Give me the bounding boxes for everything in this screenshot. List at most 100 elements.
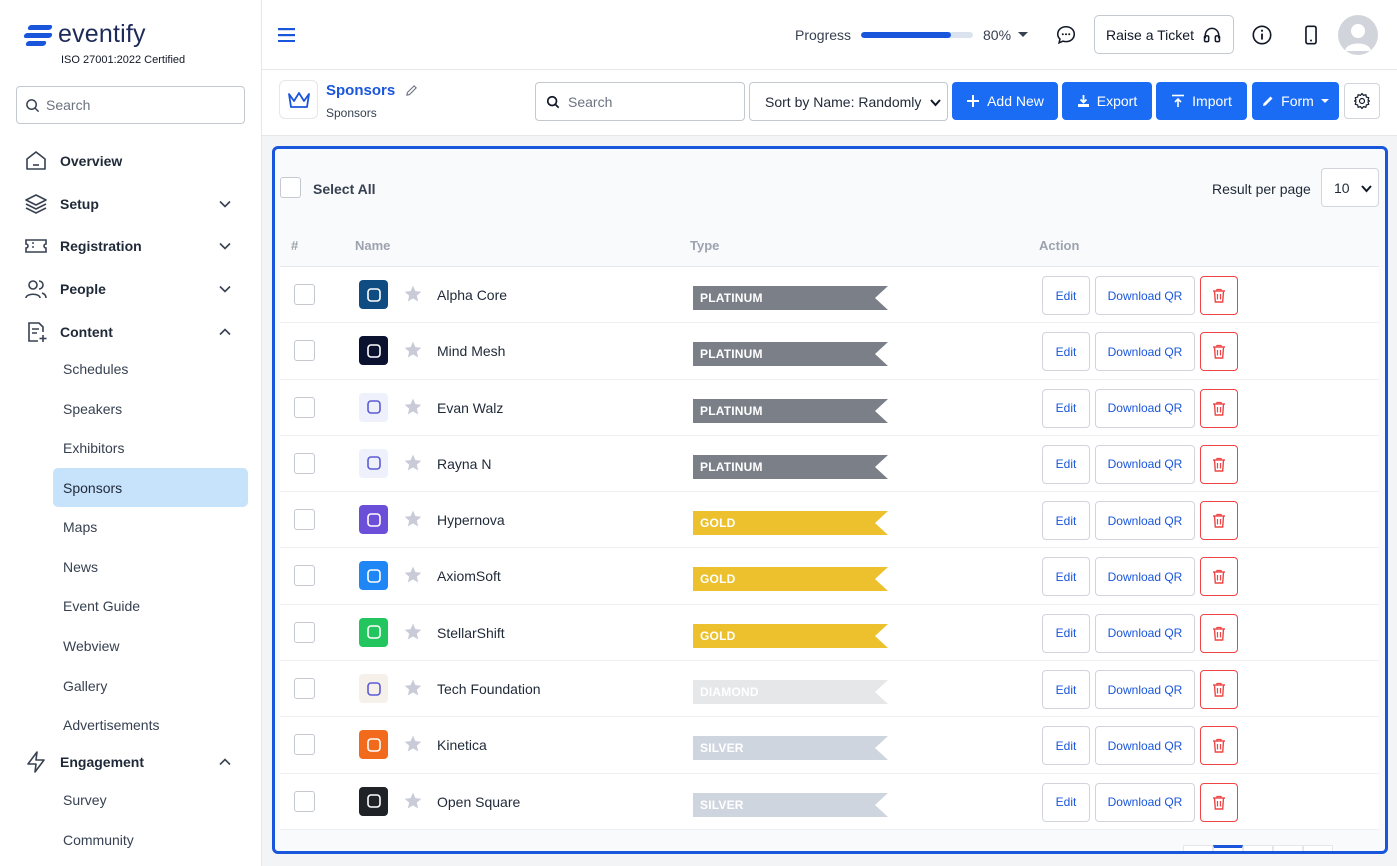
- row-checkbox[interactable]: [294, 340, 315, 362]
- sidebar-item-community[interactable]: Community: [53, 820, 248, 859]
- row-checkbox[interactable]: [294, 734, 315, 756]
- sort-select[interactable]: Sort by Name: Randomly: [749, 82, 948, 121]
- sidebar-item-gallery[interactable]: Gallery: [53, 666, 248, 705]
- star-icon[interactable]: [403, 791, 423, 811]
- sponsor-name[interactable]: Tech Foundation: [437, 681, 541, 697]
- sidebar-item-schedules[interactable]: Schedules: [53, 349, 248, 388]
- sponsor-name[interactable]: Evan Walz: [437, 400, 503, 416]
- progress-dropdown-caret-icon[interactable]: [1018, 32, 1028, 37]
- download-qr-button[interactable]: Download QR: [1095, 388, 1195, 428]
- sponsor-name[interactable]: Rayna N: [437, 456, 491, 472]
- delete-button[interactable]: [1200, 388, 1238, 428]
- select-all-checkbox[interactable]: [280, 177, 301, 198]
- sidebar-item-sponsors[interactable]: Sponsors: [53, 468, 248, 507]
- download-qr-button[interactable]: Download QR: [1095, 726, 1195, 766]
- delete-button[interactable]: [1200, 332, 1238, 372]
- add-new-button[interactable]: Add New: [952, 82, 1058, 120]
- row-checkbox[interactable]: [294, 452, 315, 474]
- sidebar-item-people[interactable]: People: [24, 271, 246, 307]
- mobile-phone-icon[interactable]: [1299, 23, 1323, 47]
- sidebar-item-overview[interactable]: Overview: [24, 143, 246, 179]
- edit-button[interactable]: Edit: [1042, 782, 1090, 822]
- delete-button[interactable]: [1200, 782, 1238, 822]
- delete-button[interactable]: [1200, 726, 1238, 766]
- edit-button[interactable]: Edit: [1042, 670, 1090, 710]
- download-qr-button[interactable]: Download QR: [1095, 670, 1195, 710]
- sidebar-search-input[interactable]: Search: [16, 86, 245, 124]
- sidebar-item-engagement[interactable]: Engagement: [24, 744, 246, 780]
- star-icon[interactable]: [403, 509, 423, 529]
- sidebar-item-speakers[interactable]: Speakers: [53, 389, 248, 428]
- download-qr-button[interactable]: Download QR: [1095, 613, 1195, 653]
- download-qr-button[interactable]: Download QR: [1095, 557, 1195, 597]
- edit-button[interactable]: Edit: [1042, 501, 1090, 541]
- pagination-button[interactable]: [1273, 845, 1303, 851]
- star-icon[interactable]: [403, 678, 423, 698]
- user-avatar[interactable]: [1338, 15, 1378, 55]
- delete-button[interactable]: [1200, 557, 1238, 597]
- sponsor-search-input[interactable]: Search: [535, 82, 745, 121]
- download-qr-button[interactable]: Download QR: [1095, 276, 1195, 315]
- sidebar-item-news[interactable]: News: [53, 547, 248, 586]
- form-dropdown-button[interactable]: Form: [1252, 82, 1339, 120]
- pagination-button[interactable]: [1303, 845, 1333, 851]
- sponsor-name[interactable]: Open Square: [437, 794, 520, 810]
- hamburger-menu-icon[interactable]: [278, 28, 295, 42]
- sponsor-name[interactable]: Hypernova: [437, 512, 505, 528]
- star-icon[interactable]: [403, 734, 423, 754]
- edit-pencil-icon[interactable]: [405, 84, 418, 97]
- sidebar-item-setup[interactable]: Setup: [24, 186, 246, 222]
- star-icon[interactable]: [403, 622, 423, 642]
- sponsor-name[interactable]: Kinetica: [437, 737, 487, 753]
- pagination-button-active[interactable]: [1213, 845, 1243, 851]
- sidebar-item-exhibitors[interactable]: Exhibitors: [53, 428, 248, 467]
- sidebar-item-webview[interactable]: Webview: [53, 626, 248, 665]
- delete-button[interactable]: [1200, 276, 1238, 315]
- delete-button[interactable]: [1200, 501, 1238, 541]
- sidebar-item-maps[interactable]: Maps: [53, 507, 248, 546]
- download-qr-button[interactable]: Download QR: [1095, 782, 1195, 822]
- pagination-button[interactable]: [1183, 845, 1213, 851]
- pagination-button[interactable]: [1243, 845, 1273, 851]
- row-checkbox[interactable]: [294, 284, 315, 305]
- edit-button[interactable]: Edit: [1042, 613, 1090, 653]
- delete-button[interactable]: [1200, 444, 1238, 484]
- edit-button[interactable]: Edit: [1042, 557, 1090, 597]
- delete-button[interactable]: [1200, 613, 1238, 653]
- star-icon[interactable]: [403, 284, 423, 304]
- row-checkbox[interactable]: [294, 565, 315, 587]
- download-qr-button[interactable]: Download QR: [1095, 332, 1195, 372]
- sidebar-item-registration[interactable]: Registration: [24, 228, 246, 264]
- import-button[interactable]: Import: [1156, 82, 1247, 120]
- export-button[interactable]: Export: [1062, 82, 1152, 120]
- sponsor-name[interactable]: Alpha Core: [437, 287, 507, 303]
- edit-button[interactable]: Edit: [1042, 388, 1090, 428]
- star-icon[interactable]: [403, 565, 423, 585]
- star-icon[interactable]: [403, 453, 423, 473]
- sponsor-name[interactable]: AxiomSoft: [437, 568, 501, 584]
- edit-button[interactable]: Edit: [1042, 444, 1090, 484]
- star-icon[interactable]: [403, 397, 423, 417]
- edit-button[interactable]: Edit: [1042, 726, 1090, 766]
- sponsor-name[interactable]: StellarShift: [437, 625, 505, 641]
- download-qr-button[interactable]: Download QR: [1095, 444, 1195, 484]
- info-icon[interactable]: [1250, 23, 1274, 47]
- row-checkbox[interactable]: [294, 678, 315, 700]
- sidebar-item-event-guide[interactable]: Event Guide: [53, 586, 248, 625]
- raise-ticket-button[interactable]: Raise a Ticket: [1094, 15, 1234, 54]
- download-qr-button[interactable]: Download QR: [1095, 501, 1195, 541]
- sidebar-item-advertisements[interactable]: Advertisements: [53, 705, 248, 744]
- delete-button[interactable]: [1200, 670, 1238, 710]
- edit-button[interactable]: Edit: [1042, 276, 1090, 315]
- edit-button[interactable]: Edit: [1042, 332, 1090, 372]
- chat-icon[interactable]: [1054, 23, 1078, 47]
- settings-button[interactable]: [1344, 83, 1380, 119]
- star-icon[interactable]: [403, 340, 423, 360]
- brand-logo[interactable]: eventify: [23, 20, 146, 49]
- sponsor-name[interactable]: Mind Mesh: [437, 343, 505, 359]
- sidebar-item-content[interactable]: Content: [24, 314, 246, 350]
- sidebar-item-survey[interactable]: Survey: [53, 780, 248, 819]
- result-per-page-select[interactable]: 10: [1321, 168, 1379, 207]
- breadcrumb[interactable]: Sponsors: [326, 106, 377, 120]
- row-checkbox[interactable]: [294, 621, 315, 643]
